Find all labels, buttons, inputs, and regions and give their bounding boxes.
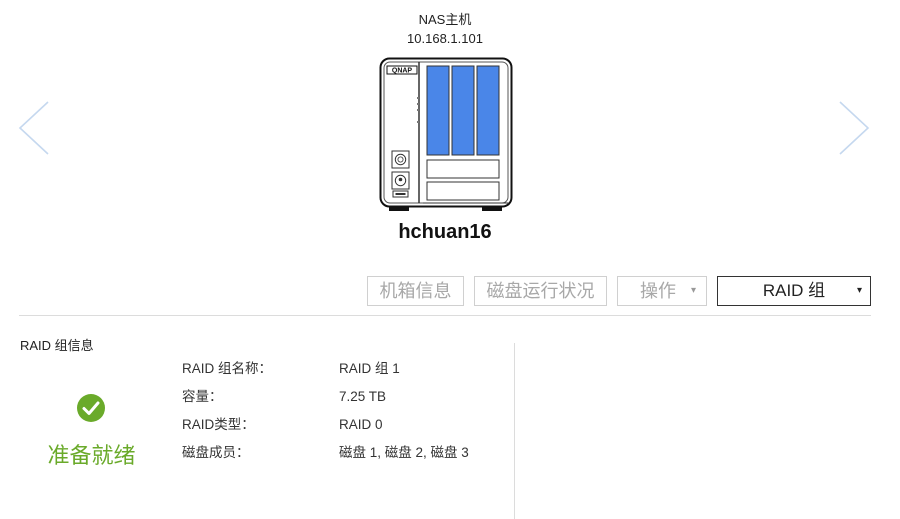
action-toolbar: 机箱信息 磁盘运行状况 操作 ▾ RAID 组 ▾ <box>0 276 900 306</box>
raid-type-label: RAID类型： <box>182 417 255 432</box>
disk-members-label: 磁盘成员： <box>182 445 250 460</box>
operate-dropdown-button[interactable]: 操作 ▾ <box>617 276 707 306</box>
device-title: NAS主机 <box>418 12 472 27</box>
chevron-down-icon: ▾ <box>690 285 696 296</box>
vertical-divider <box>514 343 515 519</box>
capacity-label: 容量： <box>182 389 223 404</box>
chassis-info-button[interactable]: 机箱信息 <box>367 276 464 306</box>
disk-members-value: 磁盘 1, 磁盘 2, 磁盘 3 <box>339 445 469 460</box>
raid-status-text: 准备就绪 <box>47 443 136 468</box>
nas-device-illustration: QNAP <box>379 57 513 212</box>
previous-arrow-icon[interactable] <box>16 98 52 158</box>
chevron-down-icon: ▾ <box>856 285 862 296</box>
raid-type-value: RAID 0 <box>339 417 383 432</box>
capacity-value: 7.25 TB <box>339 389 387 404</box>
device-ip: 10.168.1.101 <box>407 31 483 46</box>
raid-name-label: RAID 组名称： <box>182 361 273 376</box>
raid-group-select[interactable]: RAID 组 ▾ <box>717 276 871 306</box>
raid-group-select-label: RAID 组 <box>762 281 826 300</box>
raid-info-section-title: RAID 组信息 <box>20 338 94 353</box>
device-header: NAS主机 10.168.1.101 <box>300 12 590 47</box>
raid-name-value: RAID 组 1 <box>339 361 400 376</box>
disk-status-button[interactable]: 磁盘运行状况 <box>474 276 607 306</box>
brand-logo: QNAP <box>392 68 413 75</box>
device-hostname: hchuan16 <box>398 221 492 243</box>
operate-label: 操作 <box>640 281 676 301</box>
next-arrow-icon[interactable] <box>836 98 872 158</box>
check-circle-icon <box>76 393 106 423</box>
section-divider <box>19 315 871 316</box>
